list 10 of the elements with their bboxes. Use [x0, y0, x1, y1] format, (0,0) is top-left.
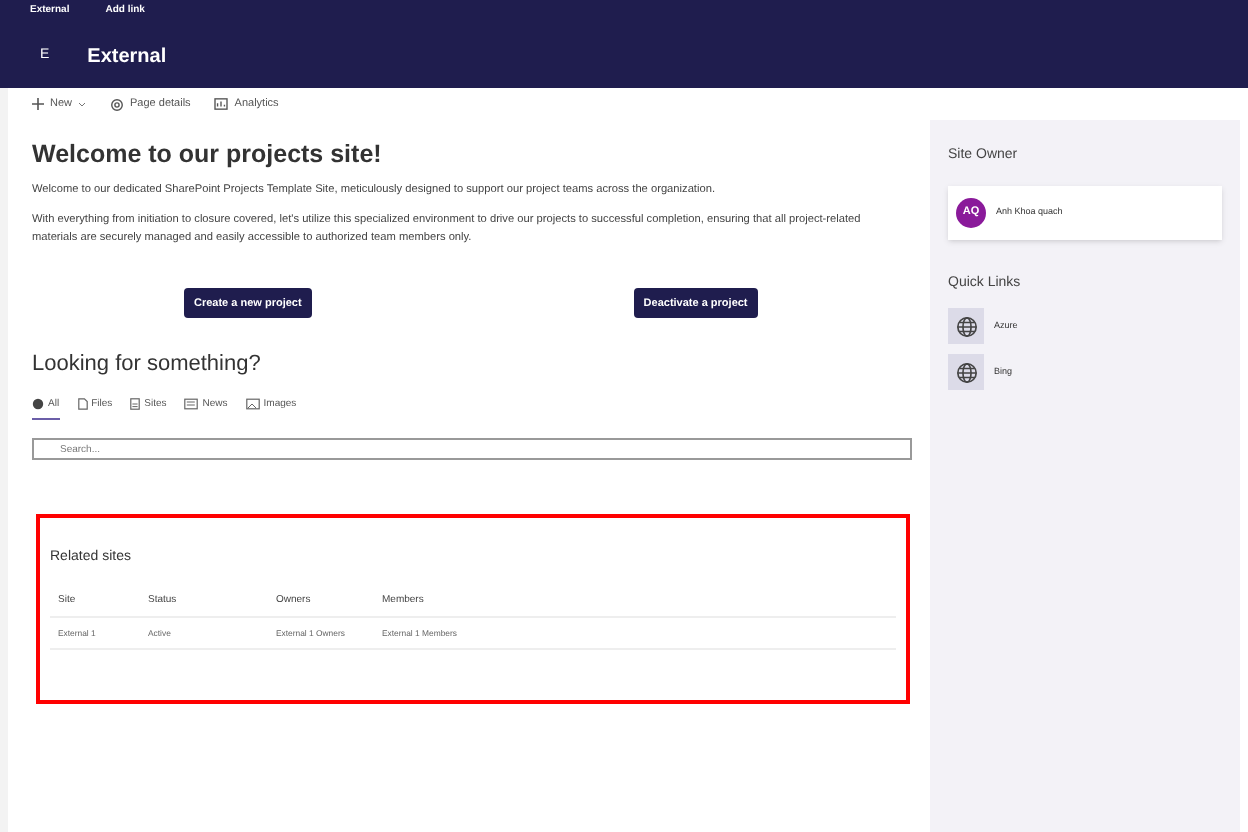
- section-heading: Looking for something?: [32, 350, 263, 381]
- news-icon: [184, 397, 199, 410]
- file-icon: [77, 397, 88, 410]
- site-title: External: [87, 43, 167, 71]
- welcome-heading: Welcome to our projects site!: [32, 138, 384, 172]
- page-icon: [130, 397, 141, 410]
- chart-icon: [214, 98, 229, 110]
- settings-icon: [110, 97, 125, 111]
- image-icon: [245, 397, 260, 410]
- plus-icon: [32, 98, 44, 110]
